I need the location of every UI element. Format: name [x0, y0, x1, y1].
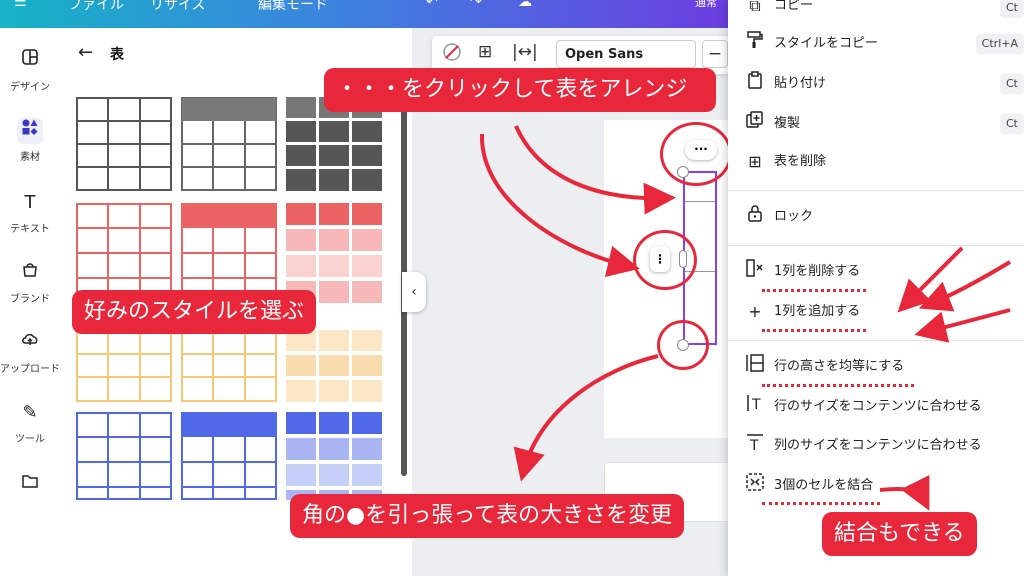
callout-merge: 結合もできる	[822, 512, 977, 556]
callout-choose-style: 好みのスタイルを選ぶ	[72, 290, 317, 334]
callout-arrange: ・・・をクリックして表をアレンジ	[324, 68, 716, 112]
callout-resize: 角の●を引っ張って表の大きさを変更	[290, 494, 685, 538]
